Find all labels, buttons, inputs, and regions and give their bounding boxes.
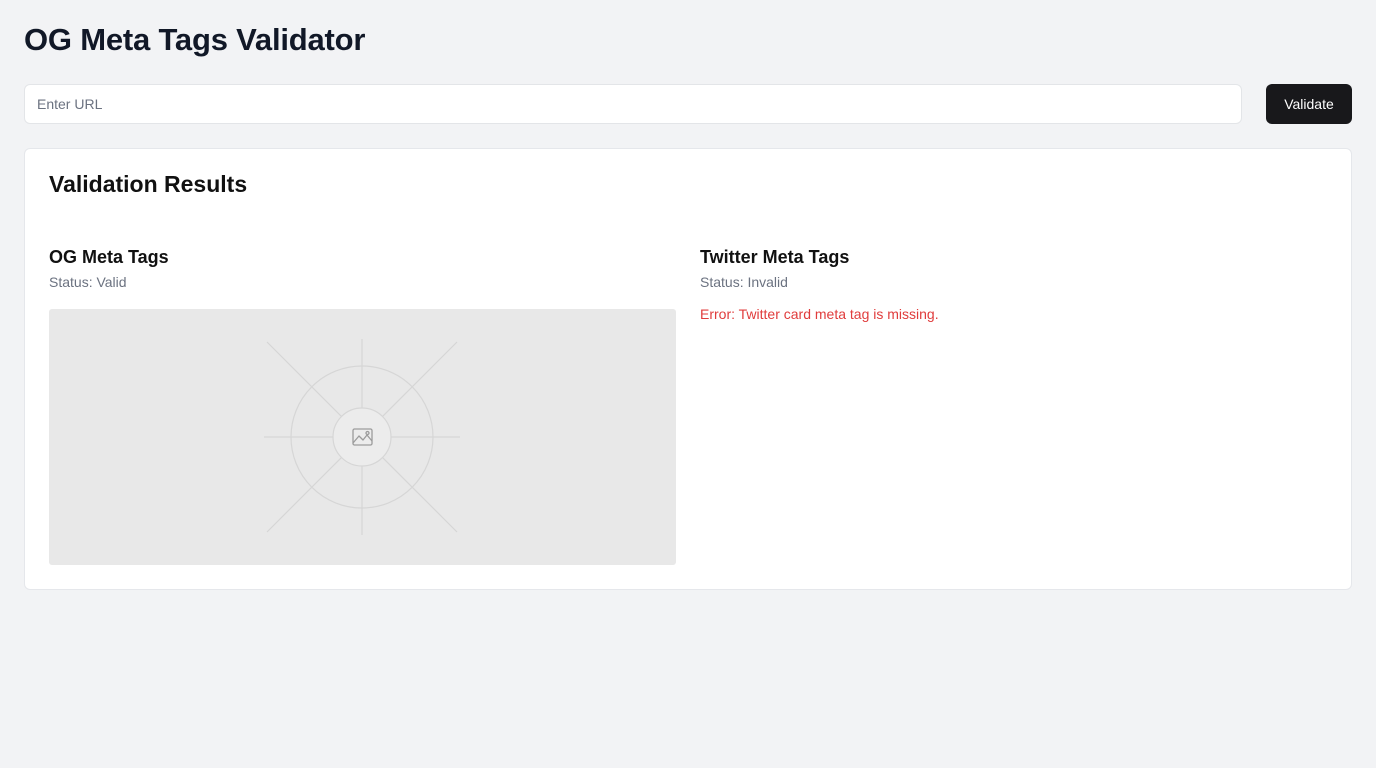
og-status-value: Valid [96, 274, 127, 290]
og-status-label: Status: [49, 274, 97, 290]
twitter-status-value: Invalid [747, 274, 788, 290]
page: OG Meta Tags Validator Validate Validati… [0, 0, 1376, 768]
page-title: OG Meta Tags Validator [24, 22, 366, 57]
validate-button[interactable]: Validate [1266, 84, 1352, 124]
og-section-title: OG Meta Tags [49, 247, 169, 267]
image-placeholder-graphic [264, 339, 460, 535]
twitter-section-title: Twitter Meta Tags [700, 247, 850, 267]
twitter-section: Twitter Meta Tags Status: Invalid Error:… [700, 247, 1327, 322]
twitter-error-message: Error: Twitter card meta tag is missing. [700, 306, 939, 322]
results-title: Validation Results [49, 171, 248, 197]
results-card: Validation Results OG Meta Tags Status: … [24, 148, 1352, 590]
og-image-preview [49, 309, 676, 565]
og-status: Status: Valid [49, 274, 676, 290]
og-section: OG Meta Tags Status: Valid [49, 247, 676, 290]
twitter-status: Status: Invalid [700, 274, 1327, 290]
twitter-status-label: Status: [700, 274, 748, 290]
url-input[interactable] [24, 84, 1242, 124]
